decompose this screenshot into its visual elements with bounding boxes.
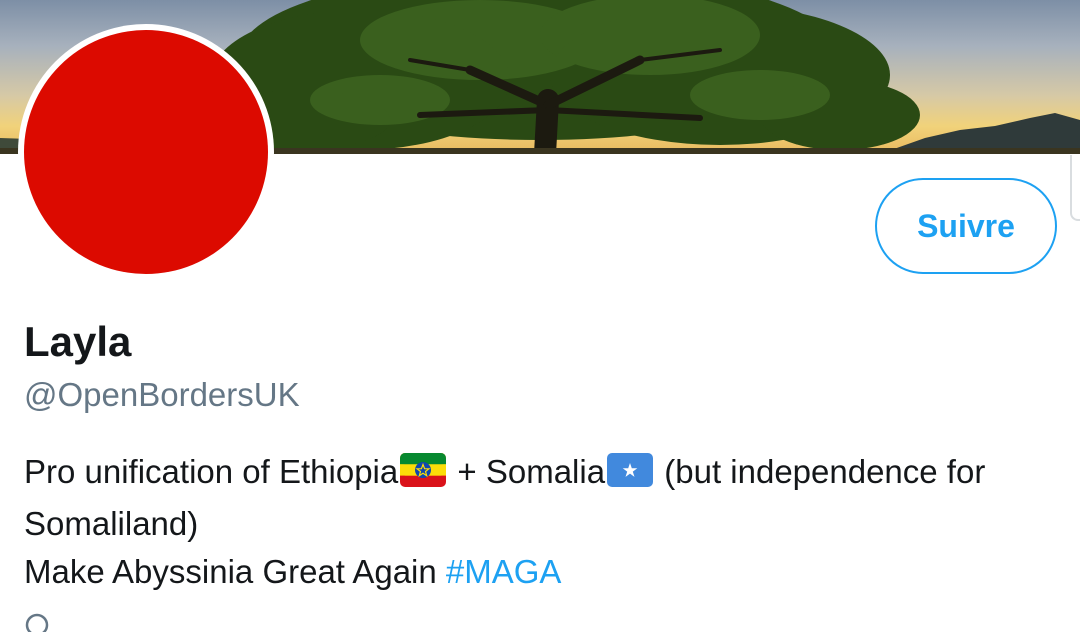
profile-handle: @OpenBordersUK bbox=[24, 376, 300, 413]
bio-text-1: Pro unification of Ethiopia bbox=[24, 453, 399, 490]
avatar-image bbox=[24, 30, 268, 274]
profile-avatar[interactable] bbox=[18, 24, 274, 280]
scrollbar-edge bbox=[1070, 155, 1080, 221]
bio-text-4: Make Abyssinia Great Again bbox=[24, 553, 446, 590]
follow-button[interactable]: Suivre bbox=[875, 178, 1057, 274]
ethiopia-flag-icon bbox=[400, 452, 447, 500]
profile-bio: Pro unification of Ethiopia + Somalia (b… bbox=[24, 448, 1054, 596]
location-pin-icon bbox=[24, 612, 50, 637]
hashtag-link[interactable]: #MAGA bbox=[446, 553, 562, 590]
bio-text-2: + Somalia bbox=[448, 453, 606, 490]
somalia-flag-icon bbox=[607, 452, 654, 500]
profile-name: Layla bbox=[24, 318, 132, 365]
